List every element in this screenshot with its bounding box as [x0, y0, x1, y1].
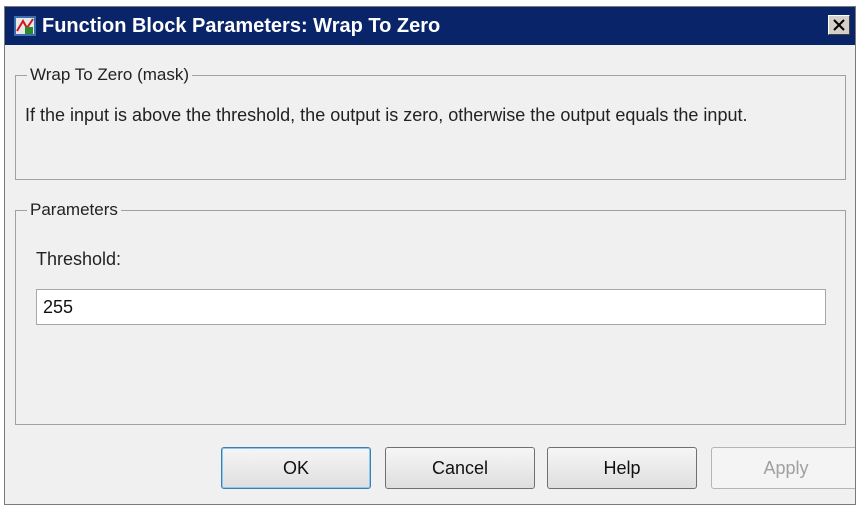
title-bar[interactable]: Function Block Parameters: Wrap To Zero: [5, 7, 855, 45]
mask-group-legend: Wrap To Zero (mask): [27, 64, 193, 86]
mask-description-group: Wrap To Zero (mask) If the input is abov…: [15, 64, 846, 180]
parameters-group-legend: Parameters: [27, 199, 121, 221]
dialog-window: Function Block Parameters: Wrap To Zero …: [4, 6, 856, 505]
apply-button[interactable]: Apply: [711, 447, 855, 489]
window-title: Function Block Parameters: Wrap To Zero: [42, 15, 441, 37]
simulink-block-icon: [14, 16, 36, 36]
parameters-group: Parameters Threshold:: [15, 199, 846, 425]
mask-description: If the input is above the threshold, the…: [25, 105, 748, 125]
close-button[interactable]: [828, 15, 850, 35]
close-icon: [833, 19, 845, 31]
ok-button[interactable]: OK: [221, 447, 371, 489]
help-button[interactable]: Help: [547, 447, 697, 489]
threshold-label: Threshold:: [36, 249, 122, 269]
threshold-input[interactable]: [36, 289, 826, 325]
cancel-button[interactable]: Cancel: [385, 447, 535, 489]
